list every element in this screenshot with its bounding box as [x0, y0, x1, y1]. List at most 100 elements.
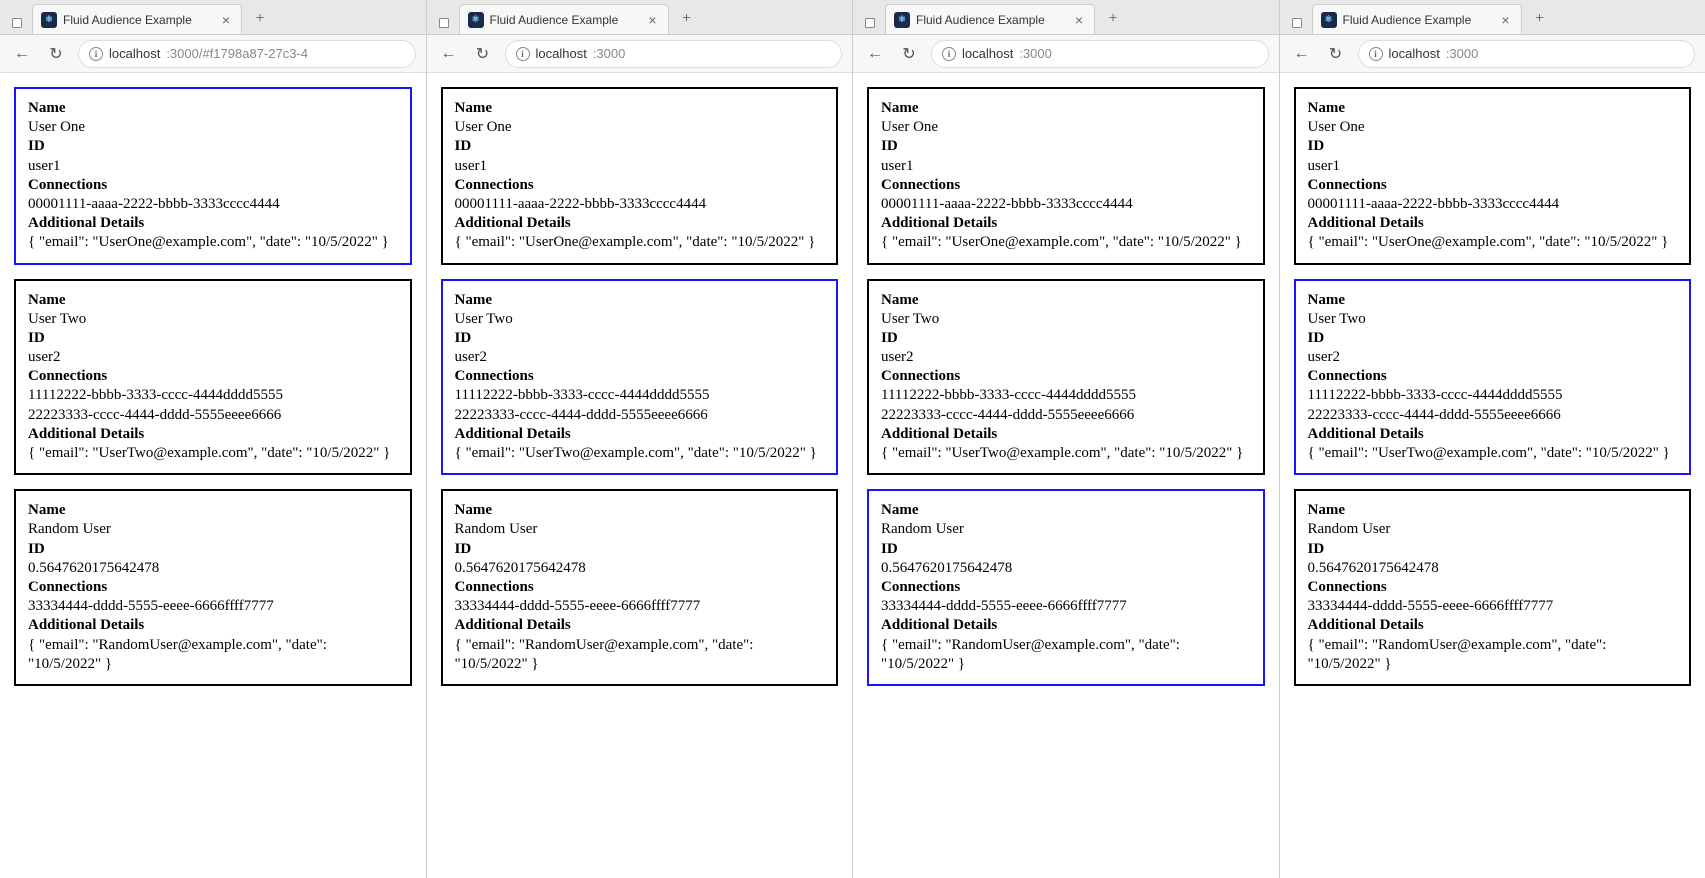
details-label: Additional Details [1308, 425, 1678, 444]
connection-value: 33334444-dddd-5555-eeee-6666ffff7777 [28, 597, 398, 616]
connection-value: 22223333-cccc-4444-dddd-5555eeee6666 [1308, 406, 1678, 425]
browser-tab[interactable]: ⚛Fluid Audience Example× [885, 4, 1095, 34]
connection-value: 11112222-bbbb-3333-cccc-4444dddd5555 [881, 386, 1251, 405]
info-icon[interactable]: i [89, 47, 103, 61]
id-label: ID [28, 137, 398, 156]
id-label: ID [1308, 329, 1678, 348]
connections-label: Connections [881, 176, 1251, 195]
window-control-icon[interactable] [865, 18, 875, 28]
page-content: NameUser OneIDuser1Connections00001111-a… [1280, 73, 1705, 878]
details-label: Additional Details [881, 425, 1251, 444]
details-label: Additional Details [1308, 616, 1678, 635]
connection-value: 11112222-bbbb-3333-cccc-4444dddd5555 [28, 386, 398, 405]
url-path: :3000/#f1798a87-27c3-4 [166, 46, 308, 61]
url-path: :3000 [1019, 46, 1052, 61]
favicon-icon: ⚛ [1321, 12, 1337, 28]
id-value: user1 [881, 157, 1251, 176]
refresh-button[interactable]: ↻ [897, 42, 921, 66]
page-content: NameUser OneIDuser1Connections00001111-a… [427, 73, 853, 878]
details-value: { "email": "UserTwo@example.com", "date"… [1308, 444, 1678, 463]
id-value: user2 [455, 348, 825, 367]
close-icon[interactable]: × [219, 13, 233, 27]
connection-value: 11112222-bbbb-3333-cccc-4444dddd5555 [455, 386, 825, 405]
back-button[interactable]: ← [863, 42, 887, 66]
browser-tab[interactable]: ⚛Fluid Audience Example× [1312, 4, 1522, 34]
address-bar[interactable]: ilocalhost:3000 [505, 40, 843, 68]
name-value: User Two [455, 310, 825, 329]
tab-bar: ⚛Fluid Audience Example×+ [853, 0, 1279, 35]
back-button[interactable]: ← [437, 42, 461, 66]
user-card: NameRandom UserID0.5647620175642478Conne… [867, 489, 1265, 686]
new-tab-button[interactable]: + [248, 7, 272, 31]
info-icon[interactable]: i [942, 47, 956, 61]
connections-label: Connections [28, 176, 398, 195]
user-card: NameUser OneIDuser1Connections00001111-a… [867, 87, 1265, 265]
info-icon[interactable]: i [516, 47, 530, 61]
close-icon[interactable]: × [1072, 13, 1086, 27]
connection-value: 00001111-aaaa-2222-bbbb-3333cccc4444 [1308, 195, 1678, 214]
id-value: user2 [881, 348, 1251, 367]
name-value: Random User [1308, 520, 1678, 539]
connection-value: 33334444-dddd-5555-eeee-6666ffff7777 [1308, 597, 1678, 616]
details-label: Additional Details [1308, 214, 1678, 233]
connections-label: Connections [28, 367, 398, 386]
details-value: { "email": "UserOne@example.com", "date"… [1308, 233, 1678, 252]
browser-toolbar: ← ↻ ilocalhost:3000 [427, 35, 853, 73]
name-label: Name [455, 291, 825, 310]
id-label: ID [1308, 540, 1678, 559]
browser-tab[interactable]: ⚛Fluid Audience Example× [459, 4, 669, 34]
id-value: user1 [1308, 157, 1678, 176]
id-label: ID [1308, 137, 1678, 156]
back-button[interactable]: ← [10, 42, 34, 66]
user-card: NameUser TwoIDuser2Connections11112222-b… [1294, 279, 1692, 476]
id-label: ID [455, 329, 825, 348]
address-bar[interactable]: ilocalhost:3000 [1358, 40, 1696, 68]
details-label: Additional Details [455, 425, 825, 444]
info-icon[interactable]: i [1369, 47, 1383, 61]
tab-title: Fluid Audience Example [916, 13, 1066, 27]
id-value: user1 [28, 157, 398, 176]
details-value: { "email": "RandomUser@example.com", "da… [28, 636, 398, 674]
address-bar[interactable]: ilocalhost:3000/#f1798a87-27c3-4 [78, 40, 416, 68]
details-label: Additional Details [881, 616, 1251, 635]
tab-title: Fluid Audience Example [63, 13, 213, 27]
id-value: 0.5647620175642478 [881, 559, 1251, 578]
browser-tab[interactable]: ⚛Fluid Audience Example× [32, 4, 242, 34]
connection-value: 33334444-dddd-5555-eeee-6666ffff7777 [455, 597, 825, 616]
new-tab-button[interactable]: + [1101, 7, 1125, 31]
window-controls [861, 18, 881, 34]
details-value: { "email": "UserOne@example.com", "date"… [455, 233, 825, 252]
refresh-button[interactable]: ↻ [1324, 42, 1348, 66]
id-label: ID [881, 329, 1251, 348]
window-control-icon[interactable] [12, 18, 22, 28]
address-bar[interactable]: i localhost :3000 [931, 40, 1269, 68]
connection-value: 22223333-cccc-4444-dddd-5555eeee6666 [455, 406, 825, 425]
details-value: { "email": "RandomUser@example.com", "da… [455, 636, 825, 674]
close-icon[interactable]: × [646, 13, 660, 27]
url-host: localhost [962, 46, 1013, 61]
user-card: NameUser TwoIDuser2Connections11112222-b… [441, 279, 839, 476]
tab-title: Fluid Audience Example [490, 13, 640, 27]
id-value: 0.5647620175642478 [1308, 559, 1678, 578]
name-label: Name [881, 501, 1251, 520]
new-tab-button[interactable]: + [675, 7, 699, 31]
window-control-icon[interactable] [1292, 18, 1302, 28]
window-control-icon[interactable] [439, 18, 449, 28]
details-value: { "email": "RandomUser@example.com", "da… [881, 636, 1251, 674]
refresh-button[interactable]: ↻ [471, 42, 495, 66]
new-tab-button[interactable]: + [1528, 7, 1552, 31]
name-label: Name [28, 99, 398, 118]
id-value: user2 [1308, 348, 1678, 367]
id-label: ID [881, 540, 1251, 559]
connection-value: 00001111-aaaa-2222-bbbb-3333cccc4444 [881, 195, 1251, 214]
url-host: localhost [1389, 46, 1440, 61]
name-label: Name [881, 291, 1251, 310]
refresh-button[interactable]: ↻ [44, 42, 68, 66]
close-icon[interactable]: × [1499, 13, 1513, 27]
tab-bar: ⚛Fluid Audience Example×+ [427, 0, 853, 35]
details-value: { "email": "UserTwo@example.com", "date"… [28, 444, 398, 463]
window-controls [1288, 18, 1308, 34]
browser-window: ⚛Fluid Audience Example×+←↻ilocalhost:30… [427, 0, 854, 878]
details-value: { "email": "UserOne@example.com", "date"… [881, 233, 1251, 252]
back-button[interactable]: ← [1290, 42, 1314, 66]
